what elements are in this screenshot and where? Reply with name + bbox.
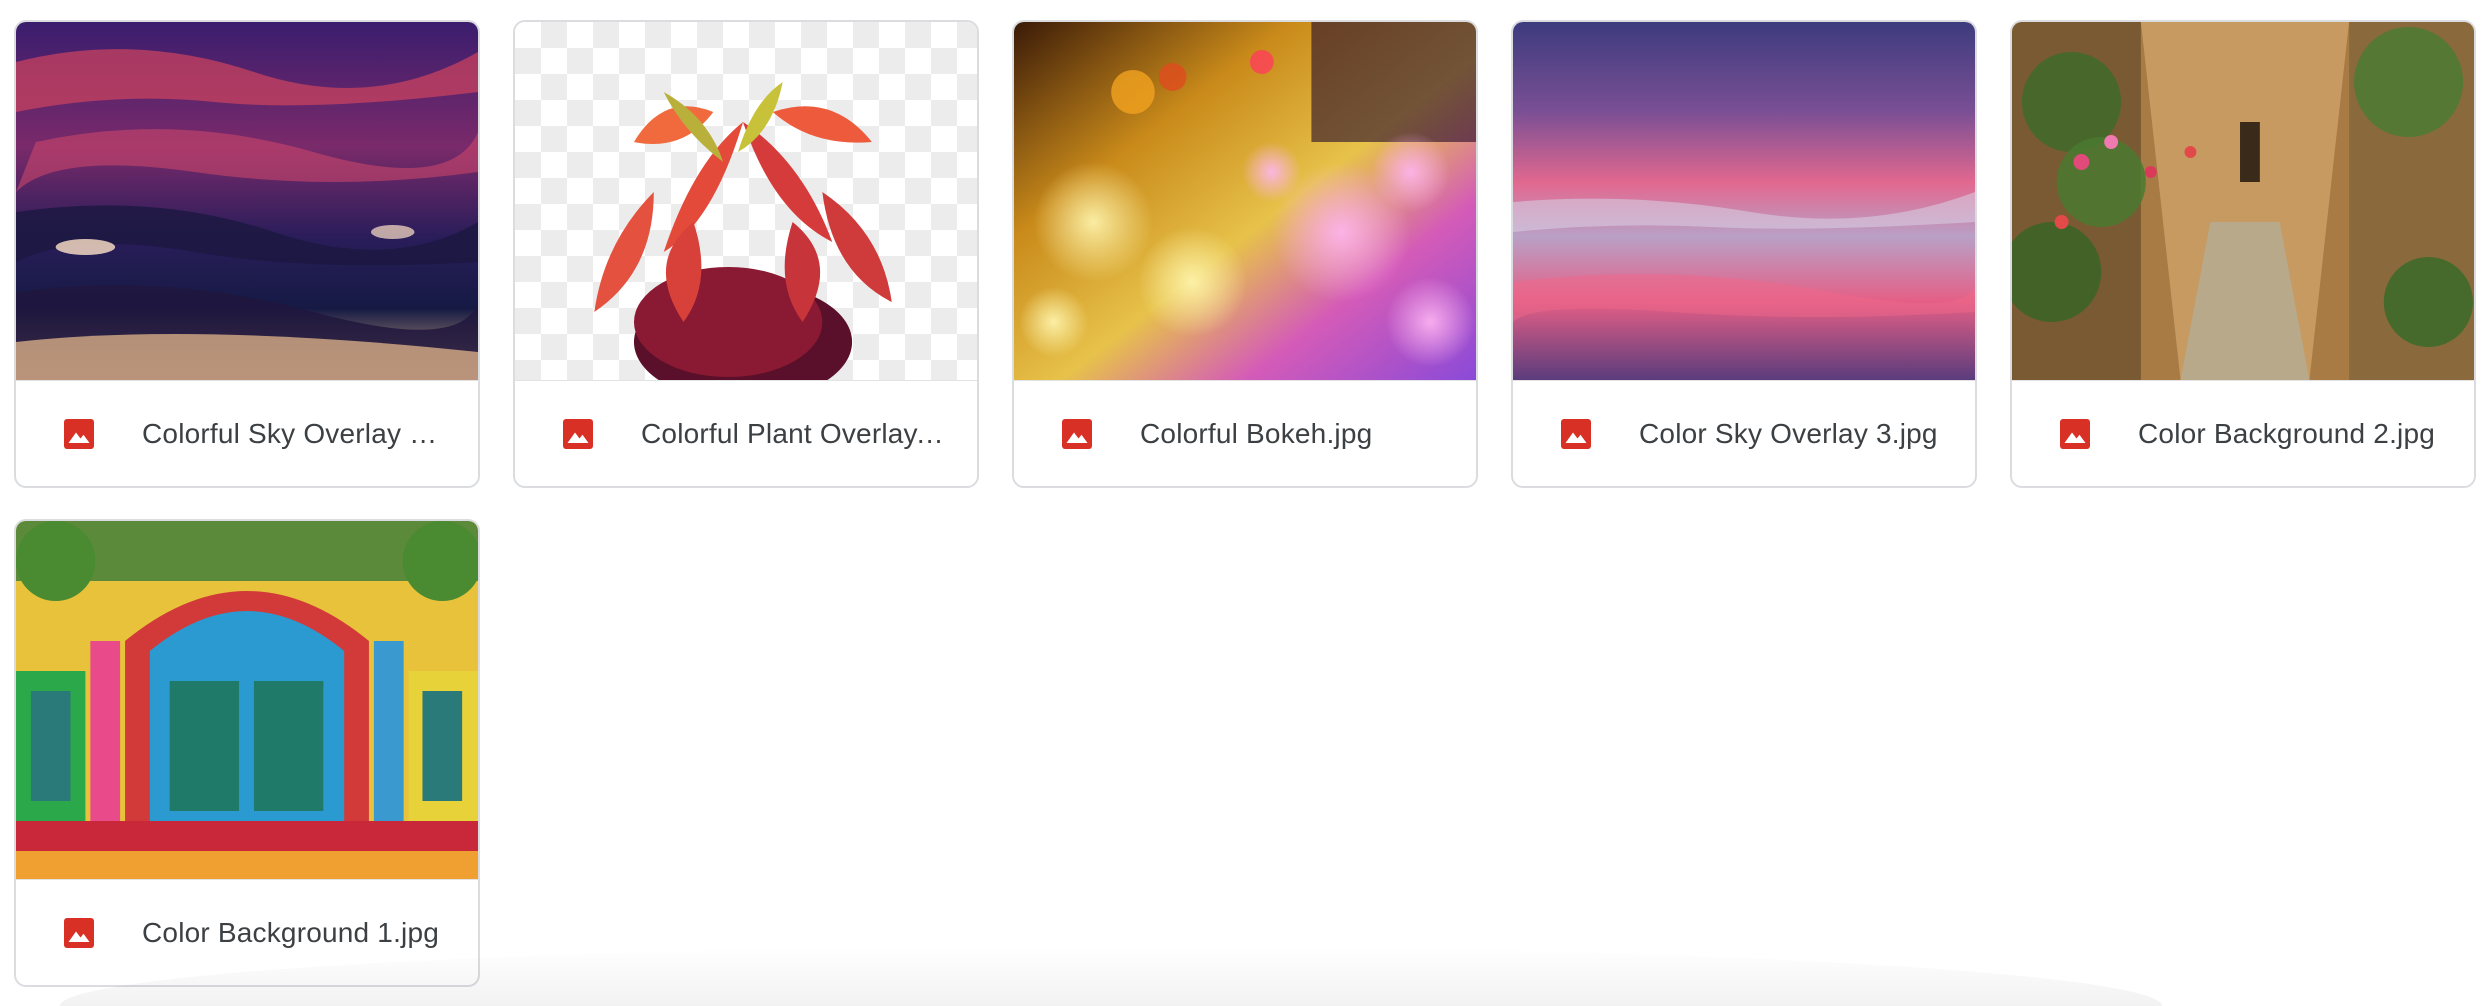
file-thumbnail <box>1014 22 1476 381</box>
image-file-icon <box>559 415 597 453</box>
file-card[interactable]: Color Sky Overlay 3.jpg <box>1511 20 1977 488</box>
file-thumbnail <box>2012 22 2474 381</box>
file-card[interactable]: Colorful Sky Overlay 1.... <box>14 20 480 488</box>
file-name: Color Background 1.jpg <box>142 916 440 948</box>
file-name: Colorful Sky Overlay 1.... <box>142 417 448 449</box>
file-caption: Colorful Bokeh.jpg <box>1014 381 1476 486</box>
image-file-icon <box>1557 415 1595 453</box>
file-name: Colorful Bokeh.jpg <box>1140 417 1373 449</box>
file-thumbnail <box>16 521 478 880</box>
file-grid-page: Colorful Sky Overlay 1.... Colorful Plan… <box>0 0 2492 1006</box>
image-file-icon <box>1058 415 1096 453</box>
file-thumbnail <box>515 22 977 381</box>
file-caption: Color Background 2.jpg <box>2012 381 2474 486</box>
image-file-icon <box>60 914 98 952</box>
file-name: Colorful Plant Overlay.... <box>641 417 947 449</box>
file-caption: Color Sky Overlay 3.jpg <box>1513 381 1975 486</box>
file-caption: Colorful Sky Overlay 1.... <box>16 381 478 486</box>
file-thumbnail <box>16 22 478 381</box>
file-caption: Colorful Plant Overlay.... <box>515 381 977 486</box>
file-card[interactable]: Color Background 2.jpg <box>2010 20 2476 488</box>
file-card[interactable]: Colorful Bokeh.jpg <box>1012 20 1478 488</box>
file-name: Color Background 2.jpg <box>2138 417 2436 449</box>
image-file-icon <box>60 415 98 453</box>
file-card[interactable]: Colorful Plant Overlay.... <box>513 20 979 488</box>
file-name: Color Sky Overlay 3.jpg <box>1639 417 1938 449</box>
image-file-icon <box>2056 415 2094 453</box>
file-grid: Colorful Sky Overlay 1.... Colorful Plan… <box>14 20 2476 987</box>
file-thumbnail <box>1513 22 1975 381</box>
file-card[interactable]: Color Background 1.jpg <box>14 519 480 987</box>
